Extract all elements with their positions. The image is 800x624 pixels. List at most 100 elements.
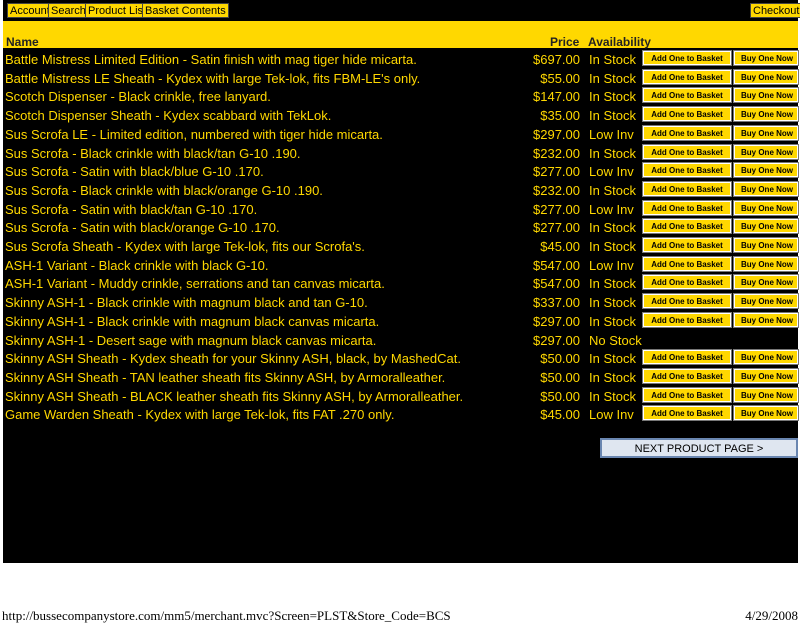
buy-one-now-button[interactable]: Buy One Now xyxy=(733,106,799,123)
table-row: Skinny ASH-1 - Black crinkle with magnum… xyxy=(3,293,799,311)
buy-one-now-button[interactable]: Buy One Now xyxy=(733,274,799,291)
product-name[interactable]: Scotch Dispenser - Black crinkle, free l… xyxy=(5,89,271,104)
product-availability: In Stock xyxy=(589,313,636,329)
product-availability: In Stock xyxy=(589,182,636,198)
add-to-basket-button[interactable]: Add One to Basket xyxy=(642,218,732,235)
product-name[interactable]: ASH-1 Variant - Black crinkle with black… xyxy=(5,258,268,273)
buy-one-now-button[interactable]: Buy One Now xyxy=(733,367,799,384)
buy-one-now-button[interactable]: Buy One Now xyxy=(733,237,799,253)
product-name[interactable]: Skinny ASH-1 - Black crinkle with magnum… xyxy=(5,295,368,310)
add-to-basket-button[interactable]: Add One to Basket xyxy=(642,50,732,66)
add-to-basket-button[interactable]: Add One to Basket xyxy=(642,180,732,197)
product-name[interactable]: Sus Scrofa Sheath - Kydex with large Tek… xyxy=(5,239,365,254)
buy-one-now-button[interactable]: Buy One Now xyxy=(733,293,799,310)
product-price: $35.00 xyxy=(540,108,580,124)
buy-one-now-button[interactable]: Buy One Now xyxy=(733,50,799,66)
buy-one-now-button[interactable]: Buy One Now xyxy=(733,349,799,366)
add-to-basket-button[interactable]: Add One to Basket xyxy=(642,255,732,272)
product-price: $297.00 xyxy=(533,126,580,142)
table-row: Skinny ASH Sheath - TAN leather sheath f… xyxy=(3,367,799,386)
product-price: $697.00 xyxy=(533,52,580,67)
buy-one-now-button[interactable]: Buy One Now xyxy=(733,143,799,160)
product-name[interactable]: Sus Scrofa - Black crinkle with black/or… xyxy=(5,183,323,198)
product-name[interactable]: Sus Scrofa - Satin with black/orange G-1… xyxy=(5,220,280,235)
buy-one-now-button[interactable]: Buy One Now xyxy=(733,405,799,422)
product-list-button[interactable]: Product List xyxy=(85,3,150,18)
product-availability: Low Inv xyxy=(589,201,634,217)
checkout-button[interactable]: Checkout xyxy=(750,3,800,18)
product-name[interactable]: Battle Mistress LE Sheath - Kydex with l… xyxy=(5,71,420,86)
product-price: $232.00 xyxy=(533,145,580,161)
product-name[interactable]: Sus Scrofa - Satin with black/tan G-10 .… xyxy=(5,202,257,217)
buy-one-now-button[interactable]: Buy One Now xyxy=(733,87,799,104)
buy-one-now-button[interactable]: Buy One Now xyxy=(733,124,799,141)
add-to-basket-button[interactable]: Add One to Basket xyxy=(642,237,732,253)
add-to-basket-button[interactable]: Add One to Basket xyxy=(642,274,732,291)
add-to-basket-button[interactable]: Add One to Basket xyxy=(642,311,732,328)
product-availability: Low Inv xyxy=(589,164,634,180)
add-to-basket-button[interactable]: Add One to Basket xyxy=(642,367,732,384)
product-availability: In Stock xyxy=(589,145,636,161)
buy-one-now-button[interactable]: Buy One Now xyxy=(733,162,799,179)
add-to-basket-button[interactable]: Add One to Basket xyxy=(642,293,732,310)
product-price: $277.00 xyxy=(533,201,580,217)
add-to-basket-button[interactable]: Add One to Basket xyxy=(642,124,732,141)
product-name[interactable]: Skinny ASH-1 - Black crinkle with magnum… xyxy=(5,314,379,329)
table-row: Sus Scrofa LE - Limited edition, numbere… xyxy=(3,124,799,143)
product-name[interactable]: Skinny ASH Sheath - TAN leather sheath f… xyxy=(5,370,445,385)
table-row: Game Warden Sheath - Kydex with large Te… xyxy=(3,405,799,423)
product-availability: In Stock xyxy=(589,351,636,367)
product-name[interactable]: Game Warden Sheath - Kydex with large Te… xyxy=(5,407,394,422)
buy-one-now-button[interactable]: Buy One Now xyxy=(733,386,799,403)
product-list-panel: Name Price Availability Battle Mistress … xyxy=(3,35,799,563)
product-price: $277.00 xyxy=(533,164,580,180)
product-price: $547.00 xyxy=(533,257,580,273)
product-name[interactable]: Battle Mistress Limited Edition - Satin … xyxy=(5,52,417,67)
product-price: $547.00 xyxy=(533,276,580,292)
next-product-page-button[interactable]: NEXT PRODUCT PAGE > xyxy=(600,438,798,458)
product-name[interactable]: Sus Scrofa LE - Limited edition, numbere… xyxy=(5,127,383,142)
product-name[interactable]: Scotch Dispenser Sheath - Kydex scabbard… xyxy=(5,108,331,123)
table-row: Battle Mistress LE Sheath - Kydex with l… xyxy=(3,68,799,87)
buy-one-now-button[interactable]: Buy One Now xyxy=(733,68,799,85)
product-availability: In Stock xyxy=(589,388,636,404)
account-button[interactable]: Account xyxy=(7,3,53,18)
buy-one-now-button[interactable]: Buy One Now xyxy=(733,180,799,197)
product-price: $232.00 xyxy=(533,182,580,198)
add-to-basket-button[interactable]: Add One to Basket xyxy=(642,349,732,366)
product-price: $297.00 xyxy=(533,332,580,348)
add-to-basket-button[interactable]: Add One to Basket xyxy=(642,106,732,123)
basket-contents-button[interactable]: Basket Contents xyxy=(142,3,229,18)
product-name[interactable]: Skinny ASH Sheath - BLACK leather sheath… xyxy=(5,389,463,404)
product-name[interactable]: Sus Scrofa - Black crinkle with black/ta… xyxy=(5,146,301,161)
header-name: Name xyxy=(6,35,39,49)
add-to-basket-button[interactable]: Add One to Basket xyxy=(642,386,732,403)
product-availability: In Stock xyxy=(589,89,636,105)
buy-one-now-button[interactable]: Buy One Now xyxy=(733,311,799,328)
add-to-basket-button[interactable]: Add One to Basket xyxy=(642,162,732,179)
product-name[interactable]: Skinny ASH-1 - Desert sage with magnum b… xyxy=(5,333,376,348)
buy-one-now-button[interactable]: Buy One Now xyxy=(733,199,799,216)
product-availability: In Stock xyxy=(589,108,636,124)
add-to-basket-button[interactable]: Add One to Basket xyxy=(642,87,732,104)
add-to-basket-button[interactable]: Add One to Basket xyxy=(642,68,732,85)
add-to-basket-button[interactable]: Add One to Basket xyxy=(642,199,732,216)
add-to-basket-button[interactable]: Add One to Basket xyxy=(642,143,732,160)
divider-bar xyxy=(3,21,798,35)
add-to-basket-button[interactable]: Add One to Basket xyxy=(642,405,732,422)
product-name[interactable]: Skinny ASH Sheath - Kydex sheath for you… xyxy=(5,351,461,366)
product-price: $45.00 xyxy=(540,239,580,254)
footer-date: 4/29/2008 xyxy=(745,608,798,623)
table-header: Name Price Availability xyxy=(3,35,798,49)
search-button[interactable]: Search xyxy=(48,3,89,18)
product-availability: In Stock xyxy=(589,70,636,86)
product-availability: In Stock xyxy=(589,52,636,67)
product-name[interactable]: Sus Scrofa - Satin with black/blue G-10 … xyxy=(5,164,264,179)
product-name[interactable]: ASH-1 Variant - Muddy crinkle, serration… xyxy=(5,276,385,291)
buy-one-now-button[interactable]: Buy One Now xyxy=(733,255,799,272)
product-price: $50.00 xyxy=(540,388,580,404)
table-row: Skinny ASH Sheath - BLACK leather sheath… xyxy=(3,386,799,405)
table-row: Skinny ASH Sheath - Kydex sheath for you… xyxy=(3,349,799,367)
buy-one-now-button[interactable]: Buy One Now xyxy=(733,218,799,235)
product-price: $55.00 xyxy=(540,70,580,86)
